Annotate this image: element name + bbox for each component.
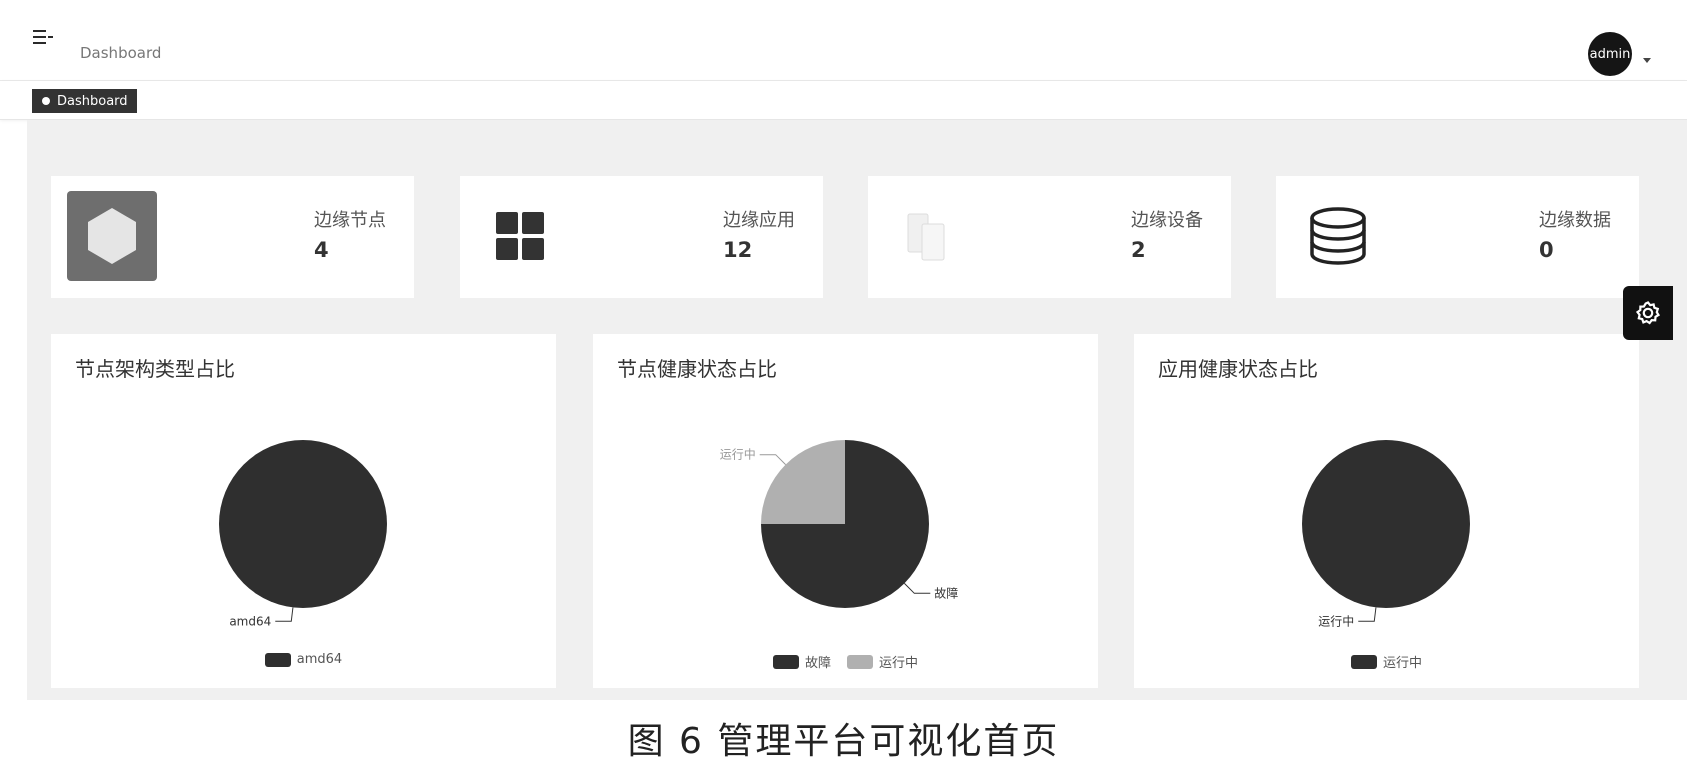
label-leader-line [275, 607, 294, 622]
stat-label: 边缘应用 [723, 210, 795, 231]
stat-value: 12 [723, 238, 753, 262]
pie-slice-label: amd64 [229, 614, 271, 628]
hexagon-icon [67, 191, 157, 281]
stat-value: 4 [314, 238, 329, 262]
chart-panel-node-arch: 节点架构类型占比 amd64 amd64 [51, 334, 556, 688]
pie-chart-node-health: 故障 运行中 [720, 440, 958, 608]
figure-caption: 图 6 管理平台可视化首页 [627, 721, 1060, 762]
chevron-down-icon[interactable] [1643, 58, 1651, 63]
devices-icon [906, 212, 956, 266]
legend-item[interactable]: 故障 [772, 652, 831, 671]
stat-value: 2 [1131, 238, 1146, 262]
legend-label: 运行中 [879, 656, 919, 671]
stat-value: 0 [1539, 238, 1554, 262]
chart-panel-app-health: 应用健康状态占比 运行中 运行中 [1134, 334, 1639, 688]
legend-swatch [264, 652, 291, 667]
stat-label: 边缘节点 [314, 210, 386, 231]
app-window: Dashboard admin Dashboard 边缘节点 4 边缘应用 12 [0, 0, 1687, 700]
chart-legend: 运行中 [1134, 652, 1639, 671]
chart-legend: amd64 [51, 652, 556, 667]
pie-slice-label: 故障 [934, 585, 958, 600]
tag-label: Dashboard [57, 93, 128, 109]
pie-slice-label: 运行中 [1318, 613, 1354, 628]
pie-slice[interactable] [1302, 440, 1470, 608]
gear-icon [1635, 301, 1661, 325]
legend-item[interactable]: 运行中 [1350, 652, 1422, 671]
chart-legend: 故障 运行中 [593, 652, 1098, 671]
stat-card-apps[interactable]: 边缘应用 12 [460, 176, 823, 298]
chart-panel-node-health: 节点健康状态占比 故障 运行中 故障 运行中 [593, 334, 1098, 688]
label-leader-line [1358, 607, 1377, 622]
pie-chart-app-health: 运行中 [1302, 440, 1470, 628]
navbar: Dashboard admin [0, 0, 1687, 81]
legend-item[interactable]: 运行中 [847, 652, 918, 671]
database-icon [1308, 206, 1368, 270]
menu-toggle-icon[interactable] [33, 30, 53, 46]
pie-slice[interactable] [219, 440, 387, 608]
legend-label: 故障 [804, 656, 831, 671]
label-leader-line [759, 454, 786, 465]
legend-swatch [847, 654, 873, 669]
pie-chart-node-arch: amd64 [219, 440, 387, 628]
stat-card-devices[interactable]: 边缘设备 2 [868, 176, 1231, 298]
settings-button[interactable] [1623, 286, 1673, 340]
pie-slice-label: 运行中 [720, 447, 756, 462]
pie-slice[interactable] [761, 440, 845, 524]
tag-dashboard[interactable]: Dashboard [32, 89, 137, 113]
legend-item[interactable]: amd64 [264, 652, 343, 667]
stat-label: 边缘数据 [1539, 210, 1611, 231]
stat-card-nodes[interactable]: 边缘节点 4 [51, 176, 414, 298]
stat-label: 边缘设备 [1131, 210, 1203, 231]
breadcrumb[interactable]: Dashboard [80, 44, 161, 62]
legend-swatch [772, 654, 799, 669]
active-dot-icon [42, 97, 50, 105]
label-leader-line [904, 583, 931, 594]
legend-swatch [1350, 654, 1377, 669]
tags-view-bar: Dashboard [0, 81, 1687, 120]
grid-icon [496, 212, 546, 266]
legend-label: 运行中 [1382, 656, 1422, 671]
avatar[interactable]: admin [1588, 32, 1632, 76]
legend-label: amd64 [296, 652, 343, 667]
stat-card-data[interactable]: 边缘数据 0 [1276, 176, 1639, 298]
